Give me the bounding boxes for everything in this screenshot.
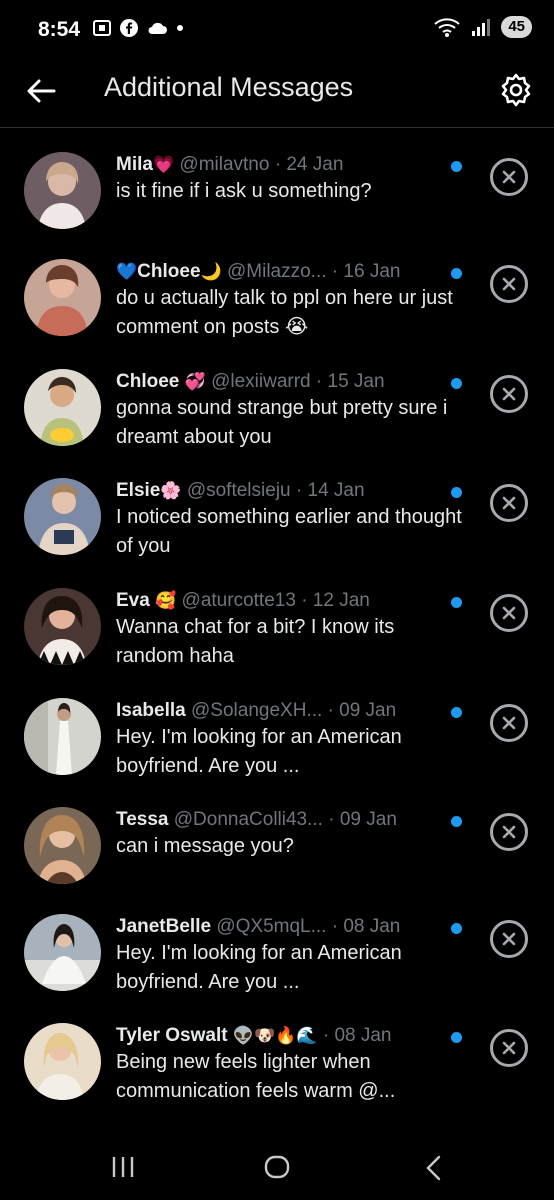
message-preview: Being new feels lighter when communicati… (116, 1051, 396, 1102)
avatar[interactable] (24, 588, 101, 665)
recents-icon[interactable] (110, 1155, 136, 1179)
message-date: 12 Jan (312, 590, 370, 611)
close-circle-icon[interactable] (490, 704, 528, 742)
avatar[interactable] (24, 698, 101, 775)
sender-name: Tessa (116, 809, 169, 830)
message-date: 14 Jan (307, 480, 365, 501)
sender-emoji: 🥰 (155, 591, 177, 610)
message-preview: Wanna chat for a bit? I know its random … (116, 616, 395, 667)
status-bar: 8:54 45 (0, 0, 554, 62)
cloud-icon (148, 22, 167, 34)
message-preview: Hey. I'm looking for an American boyfrie… (116, 726, 402, 777)
close-circle-icon[interactable] (490, 920, 528, 958)
page-title: Additional Messages (104, 72, 354, 102)
gear-icon[interactable] (498, 72, 534, 108)
unread-dot-icon (451, 923, 462, 934)
close-circle-icon[interactable] (490, 375, 528, 413)
facebook-icon (120, 19, 138, 37)
avatar[interactable] (24, 478, 101, 555)
message-date: 09 Jan (339, 700, 397, 721)
avatar[interactable] (24, 152, 101, 229)
close-circle-icon[interactable] (490, 158, 528, 196)
close-circle-icon[interactable] (490, 484, 528, 522)
message-date: 24 Jan (286, 154, 344, 175)
avatar[interactable] (24, 1023, 101, 1100)
status-time: 8:54 (38, 18, 81, 41)
message-preview: is it fine if i ask u something? (116, 180, 372, 202)
message-preview: I noticed something earlier and thought … (116, 506, 462, 557)
sender-handle: @aturcotte13 (181, 590, 296, 611)
dot-icon (177, 25, 183, 31)
sender-name: JanetBelle (116, 916, 212, 937)
header: Additional Messages (0, 62, 554, 128)
message-preview: can i message you? (116, 835, 294, 857)
sender-handle: @DonnaColli43... (173, 809, 323, 830)
sender-handle: @softelsieju (186, 480, 291, 501)
close-circle-icon[interactable] (490, 1029, 528, 1067)
sender-name: Mila (116, 154, 153, 175)
sender-emoji: 🌙 (200, 262, 222, 281)
wifi-icon (434, 18, 460, 37)
message-date: 15 Jan (327, 371, 385, 392)
unread-dot-icon (451, 707, 462, 718)
battery-indicator: 45 (501, 16, 532, 38)
message-date: 08 Jan (334, 1025, 392, 1046)
close-circle-icon[interactable] (490, 594, 528, 632)
sender-name: Chloee (116, 371, 180, 392)
sender-name: Eva (116, 590, 150, 611)
unread-dot-icon (451, 161, 462, 172)
message-preview: Hey. I'm looking for an American boyfrie… (116, 942, 402, 993)
unread-dot-icon (451, 1032, 462, 1043)
screenshot-icon (93, 20, 111, 36)
message-date: 09 Jan (339, 809, 397, 830)
back-nav-icon[interactable] (423, 1154, 443, 1182)
sender-name: Tyler Oswalt (116, 1025, 228, 1046)
message-preview: do u actually talk to ppl on here ur jus… (116, 287, 453, 338)
sender-emoji: 🌸 (160, 481, 182, 500)
sender-handle: @Milazzo... (226, 261, 327, 282)
message-date: 16 Jan (343, 261, 401, 282)
sender-name: Isabella (116, 700, 186, 721)
unread-dot-icon (451, 268, 462, 279)
unread-dot-icon (451, 378, 462, 389)
avatar[interactable] (24, 369, 101, 446)
close-circle-icon[interactable] (490, 265, 528, 303)
name-prefix-emoji: 💙 (116, 262, 138, 281)
unread-dot-icon (451, 816, 462, 827)
sender-name: Chloee (137, 261, 201, 282)
sender-handle: @QX5mqL... (216, 916, 327, 937)
message-date: 08 Jan (343, 916, 401, 937)
sender-handle: @SolangeXH... (191, 700, 323, 721)
sender-handle: @lexiiwarrd (211, 371, 311, 392)
avatar[interactable] (24, 807, 101, 884)
avatar[interactable] (24, 259, 101, 336)
message-preview: gonna sound strange but pretty sure i dr… (116, 397, 448, 448)
system-nav-bar (0, 1130, 554, 1200)
sender-emoji: 💗 (152, 155, 175, 174)
unread-dot-icon (451, 597, 462, 608)
sender-name: Elsie (116, 480, 161, 501)
home-icon[interactable] (263, 1154, 291, 1180)
arrow-left-icon[interactable] (24, 74, 58, 108)
close-circle-icon[interactable] (490, 813, 528, 851)
unread-dot-icon (451, 487, 462, 498)
avatar[interactable] (24, 914, 101, 991)
signal-icon (472, 19, 491, 36)
sender-handle: @milavtno (179, 154, 270, 175)
sender-emoji: 👽🐶🔥🌊 (232, 1026, 318, 1045)
sender-emoji: 💞 (184, 372, 206, 391)
